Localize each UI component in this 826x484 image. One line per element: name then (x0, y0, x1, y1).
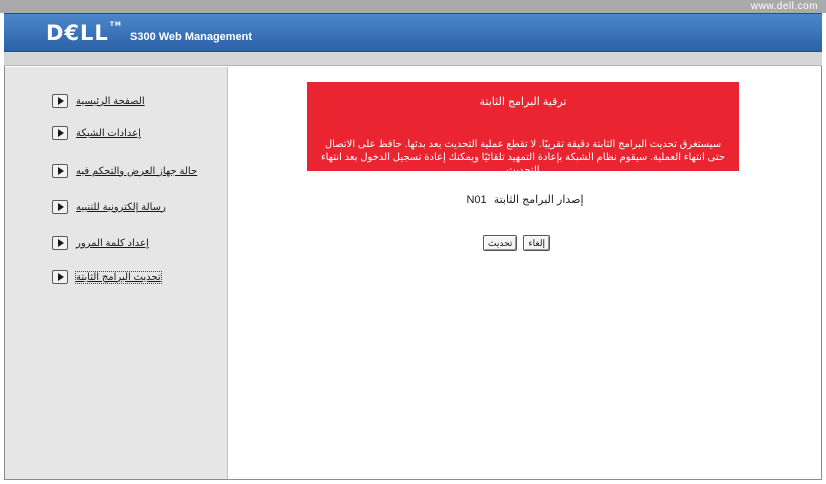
sidebar-item-network-settings[interactable]: إعدادات الشبكة (52, 125, 141, 141)
product-title: S300 Web Management (130, 31, 253, 43)
play-icon[interactable] (52, 126, 68, 140)
header-divider (4, 52, 822, 66)
alert-title: ترقية البرامج الثابتة (479, 96, 567, 108)
sidebar-item-projector-status[interactable]: حالة جهاز العرض والتحكم فيه (52, 163, 197, 179)
sidebar-item-label[interactable]: رسالة إلكترونية للتنبيه (76, 202, 166, 213)
sidebar-item-label[interactable]: حالة جهاز العرض والتحكم فيه (76, 166, 197, 177)
play-icon[interactable] (52, 236, 68, 250)
firmware-version-row: N01 إصدار البرامج الثابتة (229, 193, 821, 206)
dell-url: www.dell.com (750, 1, 818, 12)
sidebar-item-password-setup[interactable]: إعداد كلمة المرور (52, 235, 149, 251)
sidebar-item-label[interactable]: إعداد كلمة المرور (76, 238, 149, 249)
play-icon[interactable] (52, 94, 68, 108)
sidebar-item-label[interactable]: إعدادات الشبكة (76, 128, 141, 139)
action-buttons: تحديث إلغاء (483, 235, 550, 251)
sidebar-item-label[interactable]: الصفحة الرئيسية (76, 96, 145, 107)
firmware-version-value: N01 (466, 194, 487, 206)
sidebar-item-email-alert[interactable]: رسالة إلكترونية للتنبيه (52, 199, 166, 215)
top-strip: www.dell.com (0, 0, 826, 13)
play-icon[interactable] (52, 164, 68, 178)
play-icon[interactable] (52, 200, 68, 214)
sidebar-item-home[interactable]: الصفحة الرئيسية (52, 93, 145, 109)
sidebar-item-firmware-update[interactable]: تحديث البرامج الثابتة (52, 269, 162, 285)
firmware-version-label: إصدار البرامج الثابتة (493, 194, 584, 206)
main-panel: ترقية البرامج الثابتة سيستغرق تحديث البر… (229, 67, 821, 479)
dell-logo: D€LLTM (46, 21, 122, 45)
firmware-warning-box: ترقية البرامج الثابتة سيستغرق تحديث البر… (307, 82, 739, 176)
update-button[interactable]: تحديث (483, 235, 518, 251)
alert-message: سيستغرق تحديث البرامج الثابتة دقيقة تقري… (320, 139, 726, 176)
header-bar: D€LLTM S300 Web Management (4, 13, 822, 52)
cancel-button[interactable]: إلغاء (523, 235, 550, 251)
sidebar-item-label[interactable]: تحديث البرامج الثابتة (75, 270, 162, 284)
play-icon[interactable] (52, 270, 68, 284)
sidebar: الصفحة الرئيسية إعدادات الشبكة حالة جهاز… (5, 67, 228, 479)
